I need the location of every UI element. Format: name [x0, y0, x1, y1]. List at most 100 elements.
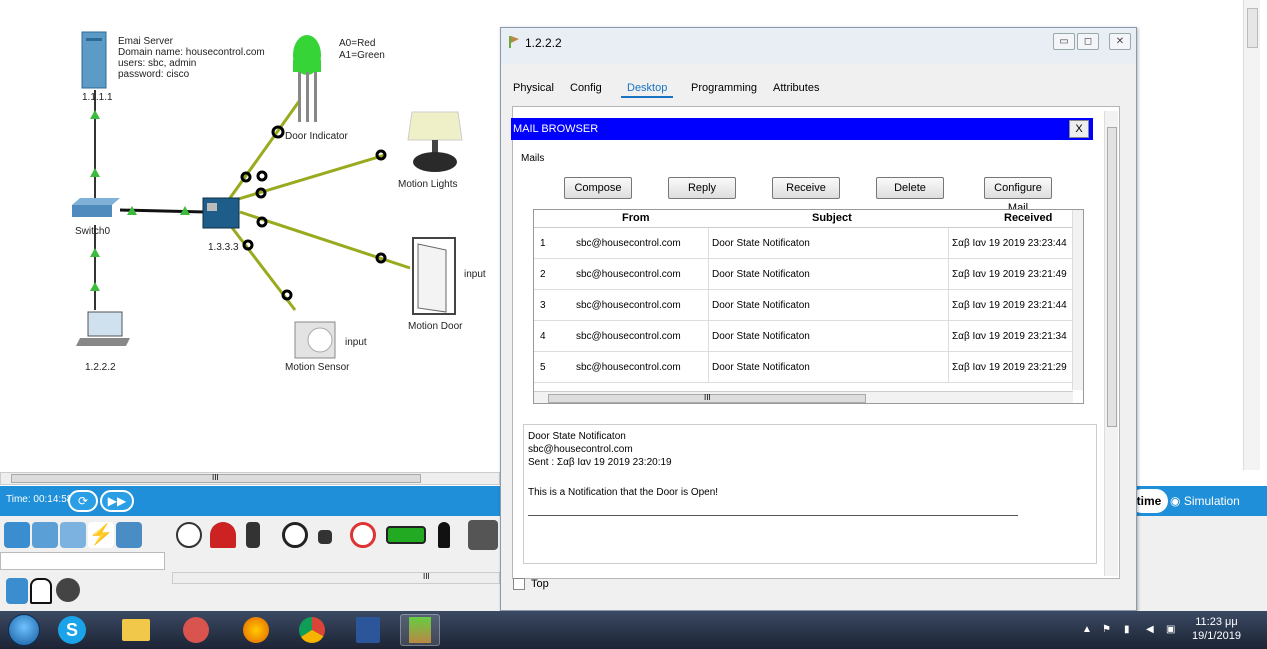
tab-attributes[interactable]: Attributes	[773, 82, 819, 94]
components-icon[interactable]	[60, 522, 86, 548]
network-icon[interactable]: ▮	[1124, 624, 1130, 635]
connections-icon[interactable]: ⚡	[88, 522, 114, 548]
misc-icon[interactable]	[116, 522, 142, 548]
siren-icon[interactable]	[210, 522, 236, 548]
microphone-icon[interactable]	[282, 522, 308, 548]
panel-vertical-scrollbar[interactable]	[1104, 111, 1118, 576]
scroll-thumb[interactable]	[1247, 8, 1258, 48]
mail-row[interactable]: 4 sbc@housecontrol.com Door State Notifi…	[534, 321, 1073, 352]
row-number: 3	[540, 300, 546, 311]
led-icon[interactable]	[438, 522, 450, 548]
window-title: 1.2.2.2	[525, 36, 562, 50]
row-received: Σαβ Ιαν 19 2019 23:21:34	[952, 331, 1067, 342]
subcategory-icon[interactable]	[6, 578, 28, 604]
gauge-icon[interactable]	[56, 578, 80, 602]
motion-door-label: Motion Door	[408, 321, 463, 332]
led-subcategory-icon[interactable]	[30, 578, 52, 604]
show-hidden-icons[interactable]: ▲	[1082, 624, 1092, 635]
taskbar-skype[interactable]: S	[52, 614, 92, 646]
tab-desktop[interactable]: Desktop	[621, 82, 674, 98]
email-server-icon	[81, 31, 107, 89]
link-up-indicator	[90, 110, 100, 119]
scroll-thumb[interactable]	[1107, 127, 1117, 427]
refresh-icon: ⟳	[77, 494, 89, 508]
word-icon	[356, 617, 380, 643]
maximize-button[interactable]: ◻	[1077, 33, 1099, 50]
switch-label: Switch0	[75, 226, 111, 237]
tab-physical[interactable]: Physical	[513, 82, 554, 94]
tab-config[interactable]: Config	[570, 82, 602, 94]
window-titlebar[interactable]: 1.2.2.2 ▭ ◻ ✕	[501, 28, 1136, 64]
delete-button[interactable]: Delete	[876, 177, 944, 199]
row-subject: Door State Notificaton	[712, 331, 810, 342]
simulation-icon: ◉	[1170, 494, 1181, 508]
compose-button[interactable]: Compose	[564, 177, 632, 199]
close-mail-browser-button[interactable]: X	[1069, 120, 1089, 138]
server-title: Emai Server	[118, 36, 174, 47]
system-clock[interactable]: 11:23 μμ 19/1/2019	[1192, 615, 1241, 643]
scroll-thumb[interactable]: III	[548, 393, 866, 403]
skype-icon: S	[58, 616, 86, 644]
top-checkbox[interactable]	[513, 578, 525, 590]
row-subject: Door State Notificaton	[712, 269, 810, 280]
column-from[interactable]: From	[622, 212, 650, 224]
mail-row[interactable]: 5 sbc@housecontrol.com Door State Notifi…	[534, 352, 1073, 383]
simulation-label: Simulation	[1183, 494, 1240, 508]
reply-button[interactable]: Reply	[668, 177, 736, 199]
mail-table-horizontal-scrollbar[interactable]: III	[534, 391, 1073, 403]
scroll-thumb[interactable]: III	[11, 473, 421, 483]
push-button-icon[interactable]	[318, 530, 332, 544]
workspace-horizontal-scrollbar[interactable]: III	[0, 472, 500, 485]
workspace-vertical-scrollbar[interactable]	[1243, 0, 1260, 470]
row-subject: Door State Notificaton	[712, 300, 810, 311]
taskbar-firefox[interactable]	[236, 614, 276, 646]
clock-date: 19/1/2019	[1192, 630, 1241, 642]
taskbar-word[interactable]	[348, 614, 388, 646]
column-divider	[708, 259, 709, 289]
close-window-button[interactable]: ✕	[1109, 33, 1131, 50]
fire-sensor-icon[interactable]	[350, 522, 376, 548]
mail-row[interactable]: 1 sbc@housecontrol.com Door State Notifi…	[534, 228, 1073, 259]
lamp-icon	[407, 111, 463, 172]
door-indicator-label: Door Indicator	[285, 131, 348, 142]
network-devices-icon[interactable]	[32, 522, 58, 548]
column-received[interactable]: Received	[1004, 212, 1052, 224]
mail-browser-header: MAIL BROWSER X	[511, 118, 1093, 140]
mail-row[interactable]: 3 sbc@housecontrol.com Door State Notifi…	[534, 290, 1073, 321]
column-subject[interactable]: Subject	[812, 212, 852, 224]
flag-icon[interactable]: ⚑	[1102, 624, 1111, 635]
receive-button[interactable]: Receive	[772, 177, 840, 199]
motion-sensor-label: Motion Sensor	[285, 362, 350, 373]
minimize-button[interactable]: ▭	[1053, 33, 1075, 50]
taskbar-packet-tracer[interactable]	[400, 614, 440, 646]
configure-mail-button[interactable]: Configure Mail	[984, 177, 1052, 214]
column-divider	[948, 228, 949, 258]
tab-programming[interactable]: Programming	[691, 82, 757, 94]
server-ip-label: 1.1.1.1	[82, 92, 113, 103]
taskbar-explorer[interactable]	[116, 614, 156, 646]
board-icon[interactable]	[468, 520, 498, 550]
mail-row[interactable]: 2 sbc@housecontrol.com Door State Notifi…	[534, 259, 1073, 290]
lcd-icon[interactable]	[386, 526, 426, 544]
power-icon[interactable]: ▣	[1166, 624, 1175, 635]
fast-forward-button[interactable]: ▶▶	[100, 490, 134, 512]
top-checkbox-label: Top	[531, 578, 549, 590]
row-received: Σαβ Ιαν 19 2019 23:21:49	[952, 269, 1067, 280]
row-received: Σαβ Ιαν 19 2019 23:21:44	[952, 300, 1067, 311]
taskbar-chrome[interactable]	[292, 614, 332, 646]
server-password: password: cisco	[118, 69, 190, 80]
simulation-tab[interactable]: ◉ Simulation	[1170, 489, 1260, 513]
row-number: 2	[540, 269, 546, 280]
reset-time-button[interactable]: ⟳	[68, 490, 98, 512]
palette-scrollbar[interactable]: III	[172, 572, 500, 584]
volume-icon[interactable]: ◀	[1146, 624, 1154, 635]
camera-icon[interactable]	[246, 522, 260, 548]
mail-table-vertical-scrollbar[interactable]	[1072, 210, 1083, 390]
fan-icon[interactable]	[176, 522, 202, 548]
preview-subject: Door State Notificaton	[528, 431, 626, 442]
preview-sent: Sent : Σαβ Ιαν 19 2019 23:20:19	[528, 457, 672, 468]
start-button[interactable]	[8, 614, 40, 646]
taskbar-snipping[interactable]	[176, 614, 216, 646]
device-search-input[interactable]	[0, 552, 165, 570]
end-devices-icon[interactable]	[4, 522, 30, 548]
